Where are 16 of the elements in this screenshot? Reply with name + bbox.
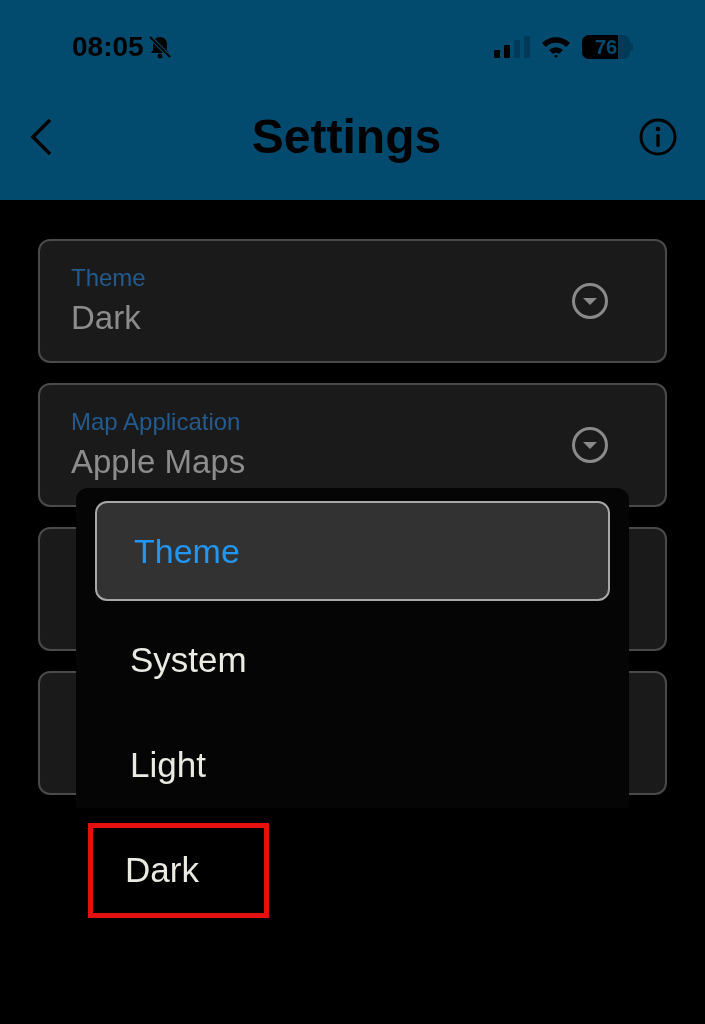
battery-icon: 76 xyxy=(582,35,633,59)
menu-title: Theme xyxy=(95,501,610,601)
field-label: Theme xyxy=(71,263,146,293)
menu-item[interactable]: System xyxy=(88,613,269,708)
dropdown-icon[interactable] xyxy=(571,426,609,464)
menu-item[interactable]: Light xyxy=(88,718,269,813)
field-label: Map Application xyxy=(71,407,242,437)
select-field[interactable]: Theme Dark xyxy=(38,239,667,363)
status-time: 08:05 xyxy=(72,30,144,64)
dropdown-icon[interactable] xyxy=(571,282,609,320)
wifi-icon xyxy=(540,35,572,59)
page-title: Settings xyxy=(251,109,442,165)
field-value: Dark xyxy=(71,298,142,338)
menu-item[interactable]: Dark xyxy=(88,823,269,918)
field-value: Apple Maps xyxy=(71,442,246,482)
signal-icon xyxy=(494,36,530,58)
